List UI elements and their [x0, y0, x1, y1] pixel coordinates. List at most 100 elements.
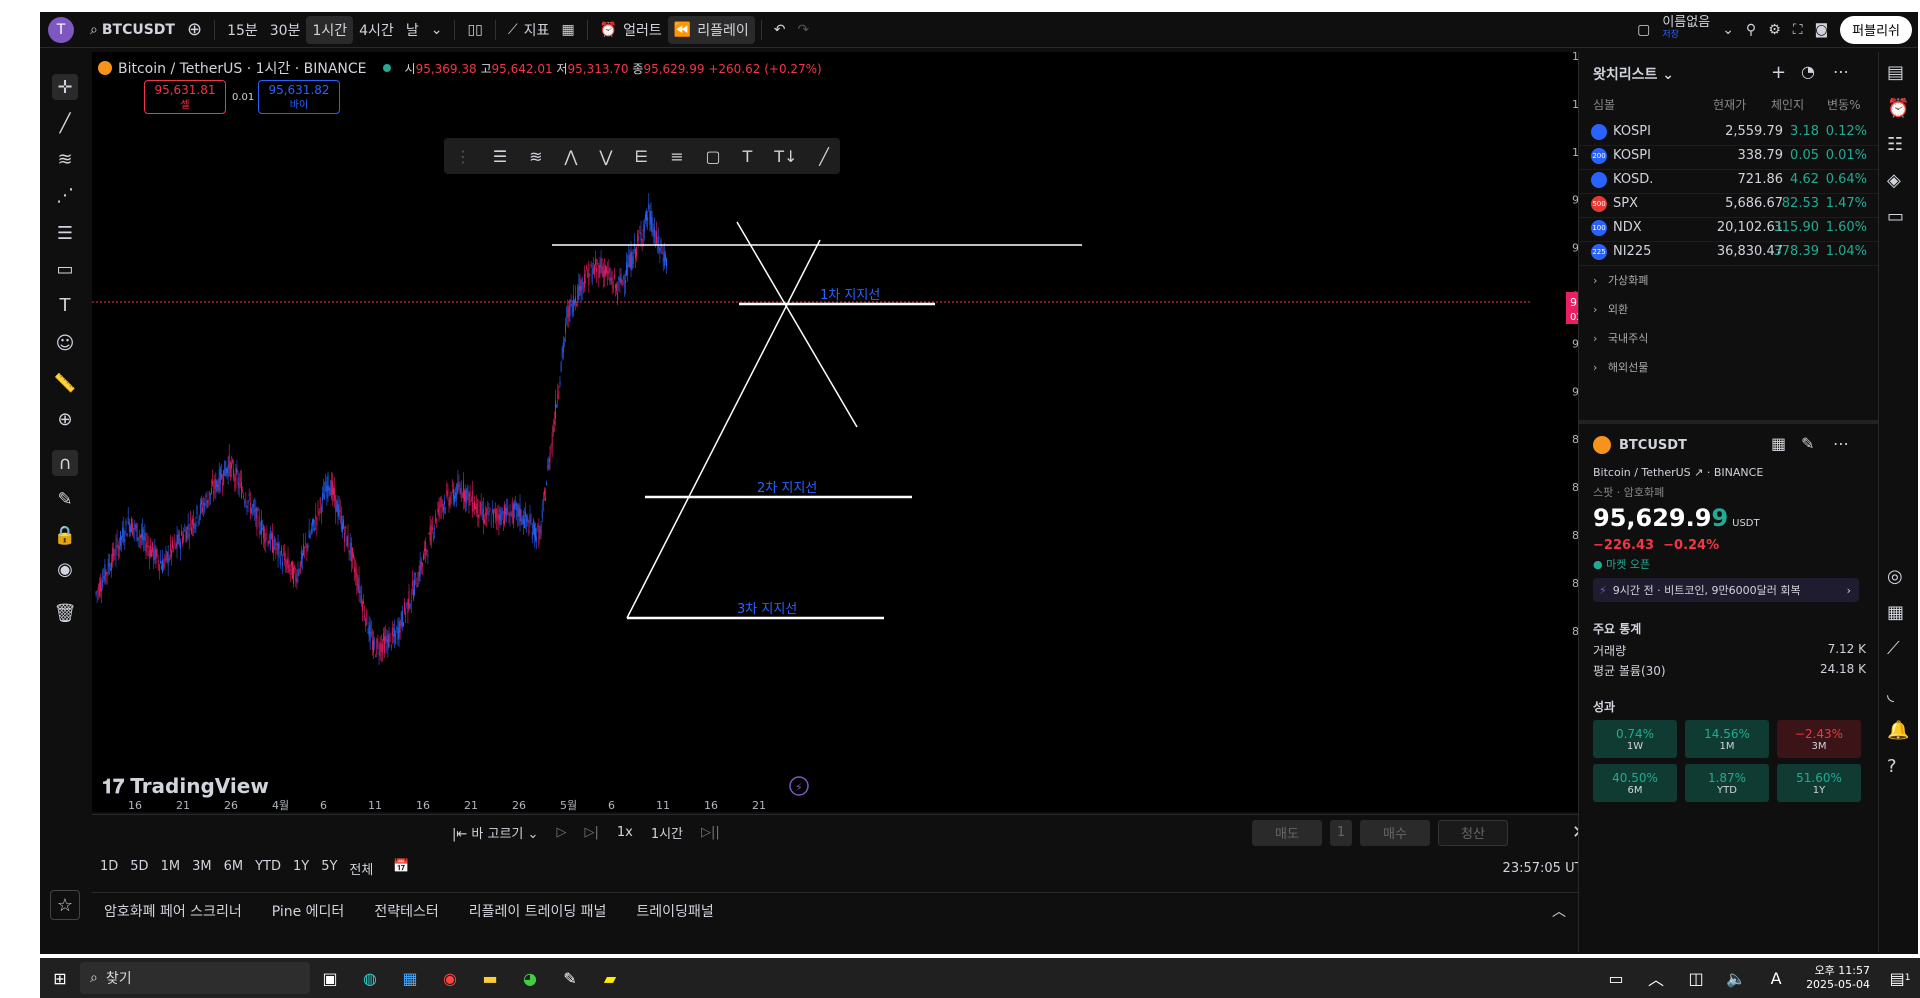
more-options-icon[interactable]: ⋯ [1833, 62, 1849, 81]
magnet-icon[interactable]: ∩ [52, 450, 78, 476]
select-bar-button[interactable]: |⇤ 바 고르기 ⌄ [452, 823, 538, 842]
short-position-icon[interactable]: ≡ [670, 147, 683, 166]
col-change[interactable]: 체인지 [1771, 96, 1804, 113]
details-more-icon[interactable]: ⋯ [1833, 434, 1849, 453]
tab-pine-editor[interactable]: Pine 에디터 [272, 901, 345, 921]
chart-pattern-icon[interactable]: ⟋ [1887, 638, 1900, 659]
pitchfork-icon[interactable]: ≋ [529, 147, 542, 166]
interval-30m[interactable]: 30분 [264, 16, 307, 44]
app-icon-red[interactable]: ◉ [430, 958, 470, 998]
watchlist-group[interactable]: › 외환 [1593, 301, 1628, 317]
chevron-up-icon[interactable]: ︿ [1552, 901, 1566, 921]
range-1y[interactable]: 1Y [293, 859, 309, 878]
indicators-button[interactable]: ⟋ 지표 [502, 16, 556, 44]
replay-buy-button[interactable]: 매수 [1360, 819, 1430, 846]
drag-handle-icon[interactable]: ⋮ [455, 147, 471, 166]
crosshair-icon[interactable]: ✛ [52, 74, 78, 100]
xabcd-pattern-icon[interactable]: ⋀ [564, 147, 577, 166]
tab-strategy-tester[interactable]: 전략테스터 [374, 901, 438, 921]
lock-icon[interactable]: 🔒 [52, 522, 78, 548]
col-symbol[interactable]: 심볼 [1593, 96, 1615, 113]
text-tool-icon[interactable]: T [743, 147, 753, 166]
emoji-icon[interactable]: ☺ [52, 330, 78, 356]
replay-qty[interactable]: 1 [1330, 819, 1352, 846]
trash-icon[interactable]: 🗑 [52, 600, 78, 626]
range-ytd[interactable]: YTD [255, 859, 281, 878]
fib-retracement-icon[interactable]: ☰ [493, 147, 507, 166]
notepad-icon[interactable]: ✎ [550, 958, 590, 998]
interval-15m[interactable]: 15분 [221, 16, 264, 44]
trend-line-down[interactable] [736, 221, 858, 428]
fib-channel-icon[interactable]: ≋ [52, 146, 78, 172]
tab-trading-panel[interactable]: 트레이딩패널 [636, 901, 713, 921]
alert-button[interactable]: ⏰ 얼러트 [594, 16, 668, 44]
chart-title[interactable]: Bitcoin / TetherUS · 1시간 · BINANCE [118, 58, 367, 78]
lock-drawings-pencil-icon[interactable]: ✎ [52, 486, 78, 512]
publish-button[interactable]: 퍼블리쉬 [1840, 15, 1912, 44]
target-icon[interactable]: ◎ [1887, 566, 1903, 587]
display-icon[interactable]: ▭ [1596, 958, 1636, 998]
chart-canvas[interactable]: 1차 지지선 2차 지지선 3차 지지선 104,000.00102,000.0… [92, 52, 1616, 812]
tab-crypto-screener[interactable]: 암호화폐 페어 스크리너 [104, 901, 242, 921]
taskbar-search[interactable]: ⌕ 찾기 [80, 962, 310, 994]
help-icon[interactable]: ? [1887, 756, 1897, 777]
range-3m[interactable]: 3M [192, 859, 212, 878]
fullscreen-icon[interactable]: ⛶ [1787, 16, 1809, 44]
settings-gear-icon[interactable]: ⚙ [1762, 16, 1787, 44]
ruler-icon[interactable]: 📏 [52, 370, 78, 396]
edge-browser-icon[interactable]: ◍ [350, 958, 390, 998]
trend-line-icon[interactable]: ╱ [52, 110, 78, 136]
watchlist-group[interactable]: › 해외선물 [1593, 359, 1648, 375]
compare-add-icon[interactable]: ⊕ [181, 16, 208, 44]
calendar-icon[interactable]: ▦ [1887, 602, 1904, 623]
layout-square-icon[interactable]: ▢ [1631, 16, 1656, 44]
buy-button[interactable]: 95,631.82 바이 [258, 80, 340, 114]
news-banner[interactable]: ⚡ 9시간 전 · 비트코인, 9만6000달러 회복 › [1593, 578, 1859, 602]
details-symbol[interactable]: BTCUSDT [1619, 438, 1687, 453]
range-6m[interactable]: 6M [224, 859, 244, 878]
ime-indicator[interactable]: A [1756, 958, 1796, 998]
chrome-icon[interactable]: ◕ [510, 958, 550, 998]
pattern-icon[interactable]: ⋰ [52, 182, 78, 208]
step-forward-icon[interactable]: ▷| [584, 825, 598, 840]
interval-4h[interactable]: 4시간 [353, 16, 400, 44]
interval-day[interactable]: 날 [400, 16, 425, 44]
text-icon[interactable]: T [52, 292, 78, 318]
abcd-pattern-icon[interactable]: ⋁ [599, 147, 612, 166]
rectangle-tool-icon[interactable]: ▢ [706, 147, 721, 166]
favorites-star-icon[interactable]: ☆ [50, 890, 80, 920]
candle-type-icon[interactable]: ▯▯ [461, 16, 488, 44]
range-5y[interactable]: 5Y [321, 859, 337, 878]
store-icon[interactable]: ▦ [390, 958, 430, 998]
eye-icon[interactable]: ◉ [52, 556, 78, 582]
taskbar-clock[interactable]: 오후 11:57 2025-05-04 [1806, 964, 1870, 992]
replay-interval-button[interactable]: 1시간 [651, 823, 683, 842]
object-tree-icon[interactable]: ☷ [1887, 134, 1903, 155]
range-5d[interactable]: 5D [130, 859, 148, 878]
symbol-search-button[interactable]: ⌕ BTCUSDT [84, 16, 181, 44]
kakaotalk-icon[interactable]: ▰ [590, 958, 630, 998]
brush-icon[interactable]: ╱ [819, 147, 829, 166]
rectangle-icon[interactable]: ▭ [52, 256, 78, 282]
add-symbol-icon[interactable]: + [1771, 62, 1786, 83]
volume-icon[interactable]: 🔈 [1716, 958, 1756, 998]
jump-to-realtime-icon[interactable]: ▷|| [701, 825, 720, 840]
quick-search-icon[interactable]: ⚲ [1740, 16, 1762, 44]
details-grid-icon[interactable]: ▦ [1771, 434, 1786, 453]
performance-cell[interactable]: −2.43% 3M [1777, 720, 1861, 758]
interval-dropdown-chevron-icon[interactable]: ⌄ [425, 16, 449, 44]
undo-icon[interactable]: ↶ [768, 16, 792, 44]
external-link-icon[interactable]: ↗ [1694, 466, 1703, 479]
anchored-text-icon[interactable]: T↓ [774, 147, 797, 166]
range-all[interactable]: 전체 [349, 859, 373, 878]
tray-chevron-up-icon[interactable]: ︿ [1636, 958, 1676, 998]
chat-icon[interactable]: ▭ [1887, 206, 1904, 227]
play-icon[interactable]: ▷ [556, 825, 566, 840]
network-icon[interactable]: ◫ [1676, 958, 1716, 998]
long-position-icon[interactable]: ⋿ [634, 147, 648, 166]
layers-icon[interactable]: ◈ [1887, 170, 1901, 191]
col-change-pct[interactable]: 변동% [1827, 96, 1860, 113]
file-explorer-icon[interactable]: ▬ [470, 958, 510, 998]
notification-center-icon[interactable]: ▤ 1 [1880, 958, 1920, 998]
range-1m[interactable]: 1M [161, 859, 181, 878]
